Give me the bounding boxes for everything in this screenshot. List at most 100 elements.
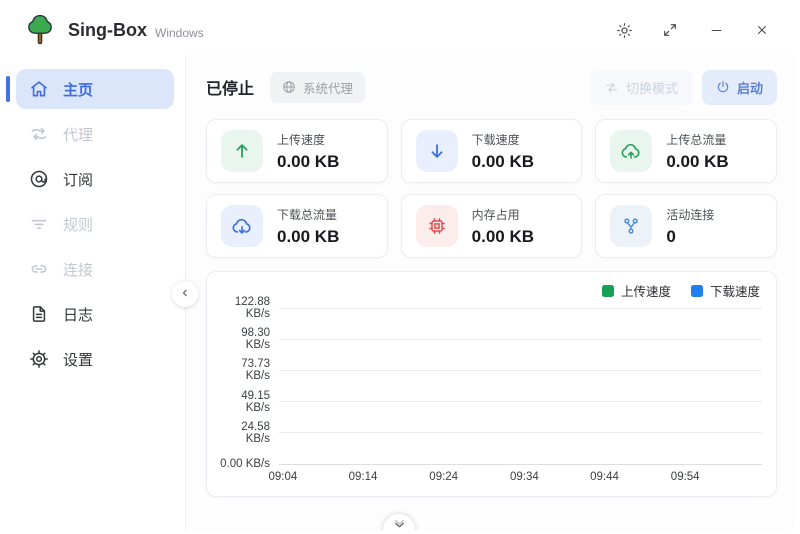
stat-card-memory: 内存占用 0.00 KB	[401, 194, 583, 258]
stat-card-total-upload: 上传总流量 0.00 KB	[595, 119, 777, 183]
app-title: Sing-Box	[68, 20, 147, 41]
stat-label: 活动连接	[666, 206, 714, 223]
gridline	[279, 308, 762, 309]
gridline	[279, 339, 762, 340]
main-content: 已停止 系统代理 切换模式	[186, 55, 795, 530]
start-label: 启动	[737, 78, 763, 97]
stat-card-active-connections: 活动连接 0	[595, 194, 777, 258]
close-icon	[755, 23, 769, 37]
stat-card-download-speed: 下载速度 0.00 KB	[401, 119, 583, 183]
app-body: 主页 代理 订阅	[3, 55, 795, 530]
stat-value: 0.00 KB	[666, 152, 728, 172]
sidebar-item-settings[interactable]: 设置	[16, 339, 174, 379]
link-icon	[29, 259, 49, 279]
sidebar-item-label: 规则	[63, 214, 93, 235]
gridline	[279, 432, 762, 433]
upload-legend-swatch	[602, 285, 614, 297]
sun-icon	[616, 22, 633, 39]
at-sign-icon	[29, 169, 49, 189]
gridline-row: 24.58 KB/s	[215, 421, 762, 445]
switch-mode-button[interactable]: 切换模式	[590, 70, 692, 105]
sidebar-item-home[interactable]: 主页	[16, 69, 174, 109]
y-axis-tick: 49.15 KB/s	[215, 390, 279, 414]
sidebar-item-label: 设置	[63, 349, 93, 370]
y-axis-tick: 98.30 KB/s	[215, 327, 279, 351]
gridline	[279, 401, 762, 402]
start-button[interactable]: 启动	[702, 70, 777, 105]
sidebar-item-label: 连接	[63, 259, 93, 280]
minimize-icon	[709, 23, 724, 38]
app-logo-tree-icon	[25, 13, 55, 47]
x-axis-tick: 09:54	[671, 471, 700, 483]
sidebar-item-label: 代理	[63, 124, 93, 145]
expand-icon	[662, 22, 678, 38]
system-proxy-badge[interactable]: 系统代理	[270, 72, 365, 103]
gridline-row: 122.88 KB/s	[215, 296, 762, 320]
x-axis-tick: 09:44	[590, 471, 619, 483]
gridline-row: 98.30 KB/s	[215, 327, 762, 351]
gridline-row: 73.73 KB/s	[215, 358, 762, 382]
switch-mode-label: 切换模式	[626, 78, 678, 97]
stat-label: 上传速度	[277, 131, 339, 148]
traffic-chart: 上传速度 下载速度 122.88 KB/s 98.30 KB/s	[206, 271, 777, 497]
globe-icon	[282, 80, 296, 94]
power-icon	[716, 80, 730, 94]
arrow-down-icon	[416, 130, 458, 172]
gear-icon	[29, 349, 49, 369]
stat-value: 0.00 KB	[277, 227, 339, 247]
swap-arrows-icon	[29, 124, 49, 144]
sidebar-item-subscription[interactable]: 订阅	[16, 159, 174, 199]
chart-plot-area: 122.88 KB/s 98.30 KB/s 73.73 KB/s 49.15 …	[215, 308, 762, 464]
sidebar-item-label: 日志	[63, 304, 93, 325]
x-axis-tick: 09:14	[349, 471, 378, 483]
system-proxy-label: 系统代理	[303, 78, 353, 97]
sidebar-item-rules[interactable]: 规则	[16, 204, 174, 244]
stat-label: 下载总流量	[277, 206, 339, 223]
status-header: 已停止 系统代理 切换模式	[206, 69, 777, 105]
stat-label: 内存占用	[472, 206, 534, 223]
chevron-left-icon	[179, 287, 191, 302]
titlebar: Sing-Box Windows	[3, 5, 795, 55]
y-axis-tick: 73.73 KB/s	[215, 358, 279, 382]
stat-value: 0	[666, 227, 714, 247]
theme-toggle-button[interactable]	[601, 14, 647, 46]
cloud-upload-icon	[610, 130, 652, 172]
stat-card-total-download: 下载总流量 0.00 KB	[206, 194, 388, 258]
app-subtitle: Windows	[155, 26, 204, 40]
close-button[interactable]	[739, 14, 785, 46]
stats-grid: 上传速度 0.00 KB 下载速度 0.00 KB	[206, 119, 777, 258]
stat-value: 0.00 KB	[472, 227, 534, 247]
stat-value: 0.00 KB	[277, 152, 339, 172]
sidebar: 主页 代理 订阅	[3, 55, 186, 530]
stat-label: 上传总流量	[666, 131, 728, 148]
sidebar-collapse-button[interactable]	[172, 281, 198, 307]
sidebar-item-connections[interactable]: 连接	[16, 249, 174, 289]
fullscreen-button[interactable]	[647, 14, 693, 46]
chevron-down-icon	[393, 518, 406, 530]
y-axis-tick: 24.58 KB/s	[215, 421, 279, 445]
filter-lines-icon	[29, 214, 49, 234]
y-axis-tick: 0.00 KB/s	[215, 458, 279, 470]
y-axis-tick: 122.88 KB/s	[215, 296, 279, 320]
sidebar-item-proxy[interactable]: 代理	[16, 114, 174, 154]
x-axis-tick: 09:24	[429, 471, 458, 483]
cpu-icon	[416, 205, 458, 247]
swap-arrows-icon	[604, 80, 619, 95]
download-legend-swatch	[691, 285, 703, 297]
window-controls	[601, 14, 785, 46]
gridline-row: 49.15 KB/s	[215, 390, 762, 414]
minimize-button[interactable]	[693, 14, 739, 46]
sidebar-item-logs[interactable]: 日志	[16, 294, 174, 334]
gridline	[279, 370, 762, 371]
stat-value: 0.00 KB	[472, 152, 534, 172]
network-branch-icon	[610, 205, 652, 247]
sidebar-item-label: 主页	[63, 79, 93, 100]
cloud-download-icon	[221, 205, 263, 247]
x-axis-tick: 09:04	[268, 471, 297, 483]
stat-label: 下载速度	[472, 131, 534, 148]
home-icon	[29, 79, 49, 99]
connection-status: 已停止	[206, 75, 254, 99]
document-icon	[29, 304, 49, 324]
arrow-up-icon	[221, 130, 263, 172]
x-axis-tick: 09:34	[510, 471, 539, 483]
